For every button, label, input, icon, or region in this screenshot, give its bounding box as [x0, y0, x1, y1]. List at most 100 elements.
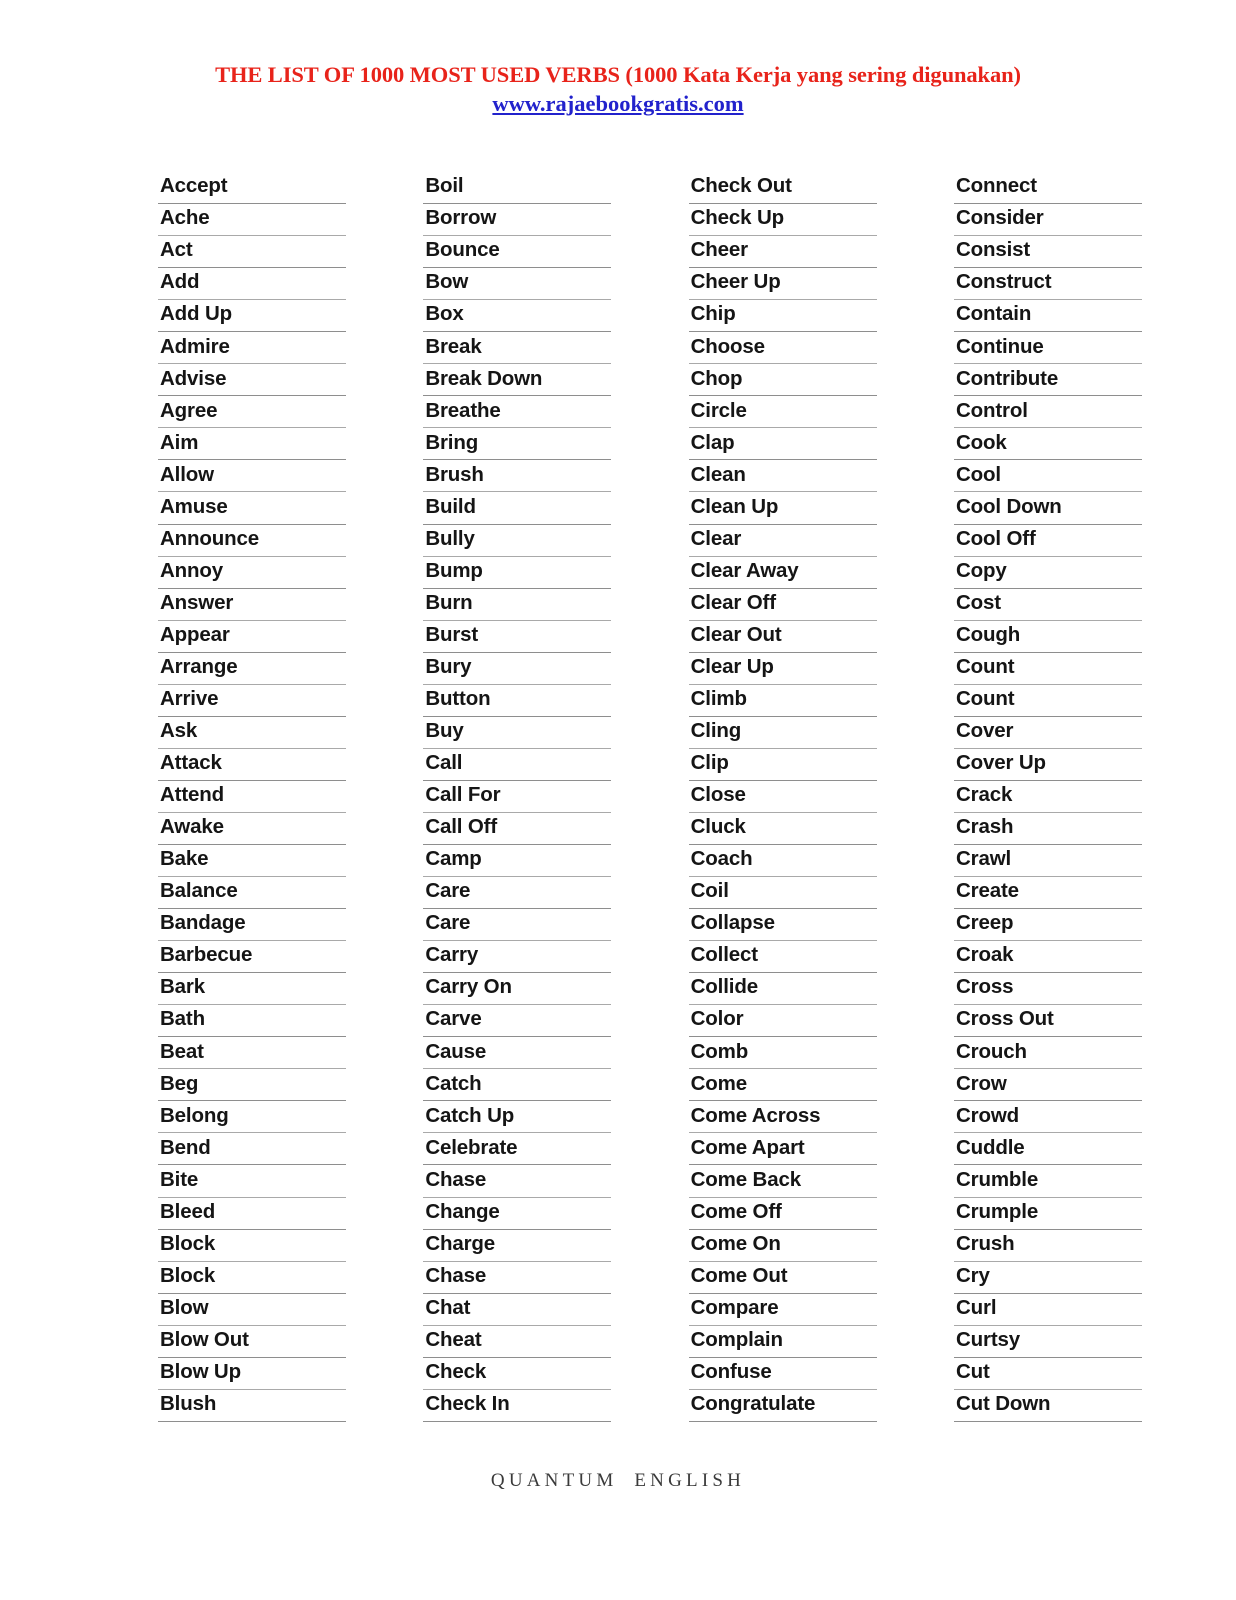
- verb-list-columns: Accept Ache Act Add Add Up Admire Advise Agree A…: [158, 172, 1142, 1422]
- verb-label: Annoy: [160, 558, 224, 582]
- verb-label: Chip: [690, 302, 736, 326]
- verb-label: Crouch: [955, 1039, 1027, 1063]
- verb-label: Care: [425, 879, 471, 903]
- verb-label: Crush: [955, 1231, 1015, 1255]
- verb-row: Announce: [158, 525, 346, 557]
- verb-row: Count: [953, 685, 1142, 717]
- verb-row: Cool Down: [953, 492, 1142, 525]
- verb-label: Clip: [690, 751, 729, 775]
- verb-label: Clean Up: [690, 494, 779, 518]
- verb-label: Bend: [160, 1135, 211, 1159]
- verb-row: Celebrate: [423, 1133, 612, 1166]
- verb-row: Chase: [423, 1165, 612, 1198]
- verb-label: Bully: [425, 526, 475, 550]
- verb-label: Amuse: [160, 494, 228, 518]
- verb-label: Come Off: [690, 1199, 782, 1223]
- verb-row: Break Down: [423, 364, 612, 397]
- verb-row: Crawl: [953, 845, 1142, 878]
- verb-label: Come Out: [690, 1263, 788, 1287]
- verb-label: Cool: [955, 462, 1001, 486]
- verb-row: Come Back: [688, 1165, 877, 1198]
- verb-row: Clear Out: [688, 621, 877, 653]
- verb-row: Comb: [688, 1037, 877, 1070]
- verb-label: Bark: [160, 975, 205, 999]
- verb-label: Belong: [160, 1103, 229, 1127]
- verb-label: Bake: [160, 847, 209, 871]
- verb-label: Climb: [690, 687, 747, 711]
- verb-row: Accept: [158, 172, 346, 205]
- verb-label: Celebrate: [425, 1135, 518, 1159]
- source-website-link[interactable]: www.rajaebookgratis.com: [492, 90, 743, 118]
- verb-row: Call Off: [423, 813, 612, 845]
- verb-row: Catch: [423, 1069, 612, 1102]
- verb-label: Consider: [955, 206, 1044, 230]
- verb-row: Crumple: [953, 1198, 1142, 1230]
- verb-row: Block: [158, 1262, 346, 1294]
- verb-label: Circle: [690, 398, 747, 422]
- verb-label: Answer: [160, 590, 234, 614]
- verb-row: Cling: [688, 717, 877, 749]
- verb-label: Blush: [160, 1392, 217, 1416]
- verb-label: Bounce: [425, 238, 500, 262]
- verb-row: Confuse: [688, 1358, 877, 1390]
- verb-label: Crow: [955, 1071, 1007, 1095]
- verb-label: Confuse: [690, 1360, 772, 1383]
- verb-label: Crowd: [955, 1103, 1020, 1127]
- verb-label: Bury: [425, 654, 472, 678]
- verb-row: Clear Away: [688, 557, 877, 589]
- verb-label: Chase: [425, 1263, 487, 1287]
- verb-row: Cut Down: [953, 1390, 1142, 1422]
- verb-row: Congratulate: [688, 1390, 877, 1422]
- page-title: THE LIST OF 1000 MOST USED VERBS (1000 K…: [215, 62, 1021, 87]
- verb-row: Crash: [953, 813, 1142, 845]
- verb-label: Croak: [955, 943, 1014, 967]
- verb-row: Charge: [423, 1230, 612, 1262]
- verb-label: Cause: [425, 1039, 487, 1063]
- verb-label: Change: [425, 1199, 500, 1223]
- verb-label: Cuddle: [955, 1135, 1025, 1159]
- verb-label: Come On: [690, 1231, 781, 1255]
- verb-label: Clear Out: [690, 622, 782, 646]
- verb-row: Continue: [953, 332, 1142, 365]
- verb-label: Catch Up: [425, 1103, 515, 1127]
- verb-row: Color: [688, 1005, 877, 1038]
- verb-row: Coach: [688, 845, 877, 878]
- verb-row: Barbecue: [158, 941, 346, 974]
- verb-label: Balance: [160, 879, 238, 903]
- verb-row: Contribute: [953, 364, 1142, 397]
- verb-label: Cross Out: [955, 1007, 1054, 1031]
- document-footer: QUANTUM ENGLISH: [0, 1470, 1236, 1492]
- verb-row: Climb: [688, 685, 877, 717]
- verb-label: Contribute: [955, 366, 1059, 390]
- verb-row: Choose: [688, 332, 877, 365]
- verb-row: Awake: [158, 813, 346, 845]
- verb-label: Breathe: [425, 398, 501, 422]
- verb-row: Collect: [688, 941, 877, 974]
- verb-row: Chat: [423, 1294, 612, 1326]
- verb-row: Cross: [953, 973, 1142, 1006]
- verb-label: Bath: [160, 1007, 205, 1031]
- verb-row: Call: [423, 749, 612, 781]
- verb-row: Control: [953, 396, 1142, 429]
- verb-label: Aim: [160, 430, 199, 454]
- verb-row: Burn: [423, 589, 612, 621]
- verb-label: Clean: [690, 462, 746, 486]
- verb-column-1: Accept Ache Act Add Add Up Admire Advise Agree A…: [158, 172, 346, 1422]
- verb-row: Consist: [953, 236, 1142, 269]
- verb-row: Arrive: [158, 685, 346, 717]
- verb-label: Carry On: [425, 975, 512, 999]
- verb-row: Bleed: [158, 1198, 346, 1230]
- verb-row: Cool Off: [953, 525, 1142, 557]
- verb-row: Creep: [953, 909, 1142, 942]
- verb-row: Cough: [953, 621, 1142, 653]
- verb-label: Bring: [425, 430, 479, 454]
- verb-label: Cough: [955, 622, 1021, 646]
- verb-row: Bully: [423, 525, 612, 557]
- verb-row: Ask: [158, 717, 346, 749]
- verb-row: Brush: [423, 460, 612, 493]
- verb-row: Block: [158, 1230, 346, 1262]
- verb-label: Catch: [425, 1071, 482, 1095]
- verb-row: Crumble: [953, 1165, 1142, 1198]
- verb-row: Come Off: [688, 1198, 877, 1230]
- verb-label: Clear: [690, 526, 742, 550]
